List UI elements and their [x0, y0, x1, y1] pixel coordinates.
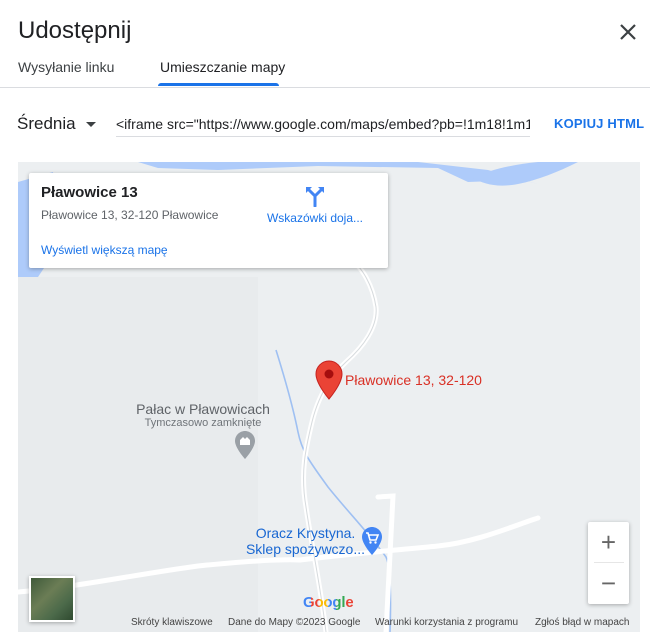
- map-attribution-bar: Skróty klawiszowe Dane do Mapy ©2023 Goo…: [18, 614, 640, 632]
- directions-label: Wskazówki doja...: [266, 211, 364, 225]
- poi-shop-line2: Sklep spożywczo...: [245, 541, 366, 557]
- close-button[interactable]: [614, 18, 642, 46]
- water-northeast: [473, 162, 578, 186]
- active-tab-indicator: [158, 83, 279, 86]
- poi-palace[interactable]: Pałac w Pławowicach Tymczasowo zamknięte: [118, 401, 288, 429]
- map-preview[interactable]: Pławowice 13 Pławowice 13, 32-120 Pławow…: [18, 162, 640, 632]
- caret-down-icon: [85, 121, 96, 127]
- poi-shop[interactable]: Oracz Krystyna. Sklep spożywczo...: [233, 525, 378, 557]
- size-dropdown[interactable]: Średnia: [17, 114, 96, 134]
- poi-shop-line1: Oracz Krystyna.: [255, 525, 356, 541]
- google-logo-text: Google: [303, 594, 354, 611]
- place-info-card: Pławowice 13 Pławowice 13, 32-120 Pławow…: [29, 173, 388, 268]
- keyboard-shortcuts-link[interactable]: Skróty klawiszowe: [131, 617, 213, 628]
- tab-send-link[interactable]: Wysyłanie linku: [18, 59, 114, 75]
- road-main: [301, 254, 379, 632]
- shopping-cart-icon[interactable]: [361, 526, 383, 556]
- larger-map-link[interactable]: Wyświetl większą mapę: [41, 243, 168, 257]
- directions-icon: [306, 187, 324, 207]
- directions-button[interactable]: Wskazówki doja...: [265, 185, 365, 227]
- tab-embed-map[interactable]: Umieszczanie mapy: [160, 59, 285, 75]
- tab-bar: Wysyłanie linku Umieszczanie mapy: [0, 56, 650, 88]
- poi-palace-status: Tymczasowo zamknięte: [144, 417, 262, 429]
- place-address: Pławowice 13, 32-120 Pławowice: [41, 208, 219, 222]
- zoom-in-button[interactable]: +: [588, 522, 629, 562]
- palace-icon[interactable]: [234, 430, 256, 460]
- terms-link[interactable]: Warunki korzystania z programu: [375, 617, 518, 628]
- poi-palace-name: Pałac w Pławowicach: [136, 401, 270, 417]
- zoom-out-button[interactable]: −: [588, 563, 629, 603]
- map-data-credit: Dane do Mapy ©2023 Google: [228, 617, 361, 628]
- zoom-control: + −: [588, 522, 629, 604]
- size-dropdown-value: Średnia: [17, 114, 76, 133]
- marker-label: Pławowice 13, 32-120: [345, 372, 482, 388]
- report-error-link[interactable]: Zgłoś błąd w mapach: [535, 617, 630, 628]
- dialog-title: Udostępnij: [18, 17, 132, 44]
- place-name: Pławowice 13: [41, 184, 138, 201]
- close-icon: [620, 24, 636, 40]
- embed-code-field[interactable]: [116, 112, 530, 137]
- map-pin-icon[interactable]: [315, 360, 343, 400]
- road-main-edge: [303, 256, 377, 632]
- copy-html-button[interactable]: KOPIUJ HTML: [554, 116, 644, 131]
- google-logo: Google: [303, 594, 354, 611]
